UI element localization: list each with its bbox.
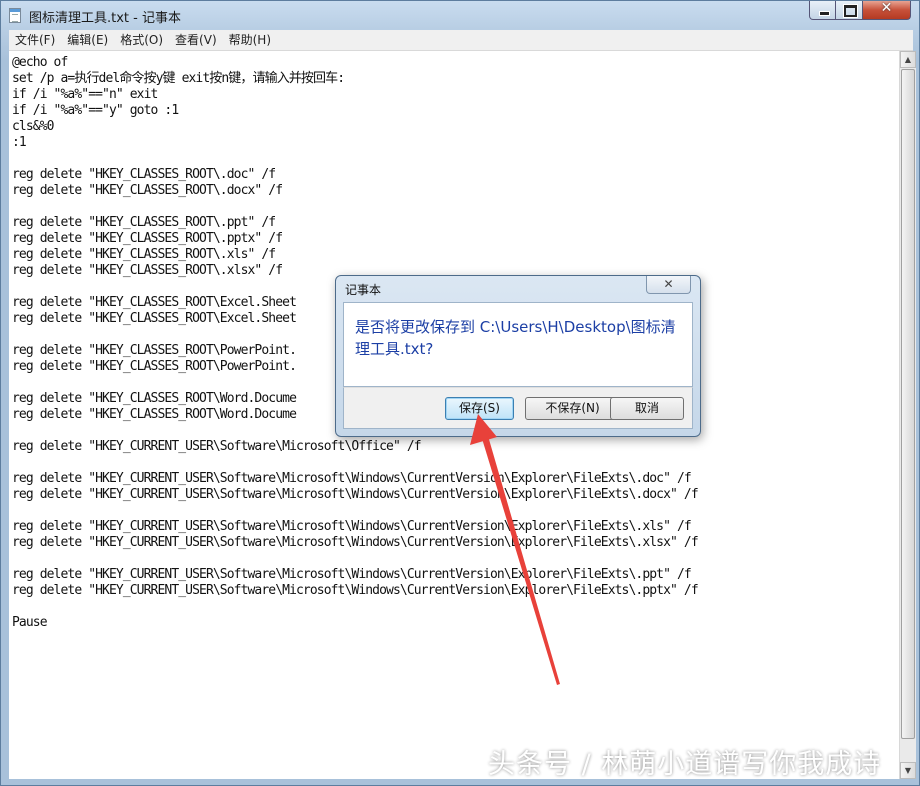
scroll-thumb[interactable] — [901, 69, 915, 739]
menu-format[interactable]: 格式(O) — [114, 30, 169, 50]
menu-view[interactable]: 查看(V) — [169, 30, 223, 50]
dialog-body: 是否将更改保存到 C:\Users\H\Desktop\图标清理工具.txt? — [343, 302, 693, 387]
minimize-icon — [819, 11, 830, 16]
menu-help[interactable]: 帮助(H) — [223, 30, 277, 50]
save-button[interactable]: 保存(S) — [445, 397, 514, 420]
notepad-icon — [9, 8, 21, 23]
maximize-button[interactable] — [836, 1, 863, 20]
menu-bar: 文件(F) 编辑(E) 格式(O) 查看(V) 帮助(H) — [9, 30, 913, 51]
dialog-close-button[interactable]: ✕ — [646, 276, 691, 294]
dialog-footer: 保存(S) 不保存(N) 取消 — [343, 387, 693, 429]
watermark-text: 头条号 / 林萌小道谱写你我成诗 — [488, 749, 882, 780]
menu-edit[interactable]: 编辑(E) — [61, 30, 114, 50]
dont-save-button[interactable]: 不保存(N) — [525, 397, 620, 420]
close-icon: ✕ — [663, 277, 674, 291]
window-title: 图标清理工具.txt - 记事本 — [29, 11, 181, 26]
scroll-down-icon[interactable]: ▼ — [900, 762, 916, 779]
dialog-message: 是否将更改保存到 C:\Users\H\Desktop\图标清理工具.txt? — [355, 318, 676, 358]
close-icon: ✕ — [880, 0, 893, 16]
scroll-up-icon[interactable]: ▲ — [900, 51, 916, 68]
maximize-icon — [844, 5, 857, 17]
dialog-title: 记事本 — [345, 283, 382, 297]
minimize-button[interactable] — [809, 1, 836, 20]
cancel-button[interactable]: 取消 — [610, 397, 684, 420]
save-changes-dialog: 记事本 ✕ 是否将更改保存到 C:\Users\H\Desktop\图标清理工具… — [335, 275, 701, 437]
vertical-scrollbar[interactable]: ▲ ▼ — [899, 51, 916, 779]
title-bar[interactable]: 图标清理工具.txt - 记事本 ✕ — [1, 0, 919, 30]
close-button[interactable]: ✕ — [863, 0, 911, 20]
caption-buttons: ✕ — [809, 0, 911, 21]
menu-file[interactable]: 文件(F) — [9, 30, 61, 50]
